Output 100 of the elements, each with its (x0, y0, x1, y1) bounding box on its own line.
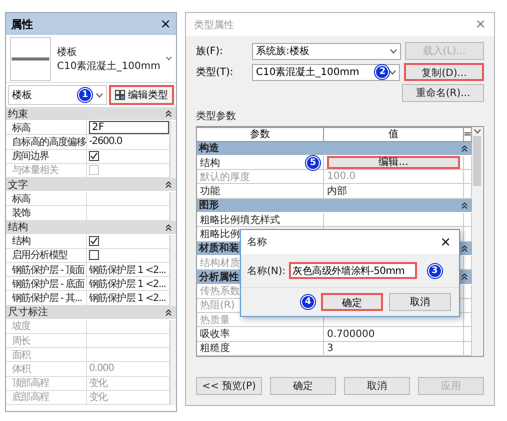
parameter-value: 0.700000 (327, 328, 375, 340)
dialog-title: 名称 (247, 236, 267, 249)
column-header[interactable]: 参数 (197, 127, 324, 142)
caret-icon (166, 56, 172, 61)
group-title: 材质和装 (199, 242, 239, 256)
collapse-icon[interactable] (461, 144, 468, 152)
dialog-button[interactable]: 确定 (270, 377, 336, 395)
floor-preview-drawing (10, 36, 52, 80)
duplicate-button[interactable]: 复制(D)... (404, 63, 484, 82)
type-label: 类型(T): (196, 66, 234, 80)
edit-button[interactable]: 编辑... (327, 156, 460, 169)
group-title: 分析属性 (199, 270, 239, 284)
property-label: 标高 (12, 122, 30, 134)
level-field[interactable]: 2F (89, 121, 169, 134)
panel-title: 属性 (11, 16, 33, 32)
parameter-label: 粗糙度 (200, 342, 230, 356)
property-label: 与体量相关 (12, 164, 58, 177)
section-title: 类型参数 (196, 110, 237, 124)
parameter-label: 结构 (200, 156, 220, 170)
checkbox[interactable] (89, 151, 99, 162)
caret-icon (389, 70, 396, 75)
parameter-label: 功能 (200, 184, 220, 198)
parameter-label: 吸收率 (200, 328, 230, 342)
step-marker: 2 (375, 65, 390, 80)
parameter-label: 热阻(R) (200, 299, 235, 312)
close-button[interactable]: × (440, 234, 451, 250)
type-select[interactable]: C10素混凝土_100mm 2 (252, 64, 400, 81)
caret-icon (474, 129, 480, 134)
group-header[interactable]: 构造 (197, 142, 472, 156)
property-label: 面积 (12, 348, 30, 362)
parameter-value: 100.0 (327, 171, 356, 182)
step-marker: 3 (428, 264, 442, 278)
group-header[interactable]: 图形 (197, 198, 472, 214)
collapse-icon[interactable] (461, 244, 468, 252)
parameter-label: 粗略比例 (200, 228, 240, 241)
dialog-button[interactable]: << 预览(P) (196, 377, 262, 395)
group-title: 文字 (8, 178, 28, 192)
property-label: 钢筋保护层 - 其... (12, 292, 82, 305)
close-button[interactable]: × (160, 16, 171, 32)
preview-category: 楼板 (57, 46, 78, 58)
collapse-icon[interactable] (461, 202, 468, 209)
type-icon (115, 90, 125, 100)
type-selector[interactable]: 楼板 1 (8, 85, 107, 105)
group-title: 尺寸标注 (8, 306, 48, 320)
parameter-label: 传热系数 (200, 284, 240, 298)
dialog-title: 类型属性 (194, 18, 234, 32)
parameter-value: 3 (327, 342, 334, 354)
name-field[interactable]: 灰色高级外墙涂料-50mm (288, 262, 417, 279)
group-header[interactable]: 约束 (6, 107, 176, 122)
scrollbar[interactable] (472, 127, 482, 356)
checkbox[interactable] (89, 250, 99, 260)
property-label: 房间边界 (12, 150, 49, 163)
family-label: 族(F): (196, 44, 224, 58)
column-header[interactable]: 值 (324, 127, 464, 142)
collapse-icon[interactable] (165, 308, 172, 316)
collapse-icon[interactable] (165, 224, 172, 231)
caret-icon (96, 92, 103, 98)
group-header[interactable]: 尺寸标注 (6, 306, 176, 320)
group-header[interactable]: 文字 (6, 178, 176, 192)
dialog-button[interactable]: 确定 (321, 293, 383, 311)
property-value: -2600.0 (89, 136, 122, 148)
step-marker: 4 (301, 295, 315, 309)
parameter-value: 内部 (327, 184, 347, 198)
parameter-label: 粗略比例填充样式 (200, 214, 280, 227)
parameter-label: 热质量 (200, 314, 230, 327)
rename-button[interactable]: 重命名(R)... (402, 84, 484, 102)
property-value: 变化 (89, 390, 108, 404)
dialog-button[interactable]: 取消 (389, 293, 451, 311)
property-label: 结构 (12, 234, 30, 248)
group-title: 图形 (199, 199, 219, 212)
collapse-icon[interactable] (461, 273, 468, 280)
group-title: 构造 (199, 142, 219, 156)
property-label: 底部高程 (12, 390, 49, 404)
name-label: 名称(N): (247, 264, 286, 278)
group-title: 约束 (8, 108, 28, 121)
scroll-thumb[interactable] (473, 136, 481, 186)
property-value: 钢筋保护层 1 <2... (89, 292, 166, 305)
property-label: 周长 (12, 334, 30, 348)
property-label: 体积 (12, 362, 30, 376)
dialog-button[interactable]: 取消 (344, 377, 410, 395)
checkbox[interactable] (89, 236, 99, 246)
step-marker: 5 (306, 156, 320, 170)
property-label: 启用分析模型 (12, 248, 68, 262)
collapse-icon[interactable] (165, 181, 172, 188)
property-value: 0.000 (89, 363, 114, 374)
edit-type-button[interactable]: 编辑类型 (109, 85, 174, 105)
caret-icon (390, 48, 397, 54)
property-label: 钢筋保护层 - 顶面 (12, 264, 84, 276)
collapse-icon[interactable] (165, 110, 172, 118)
property-label: 顶部高程 (12, 376, 49, 390)
close-button[interactable]: × (475, 17, 486, 32)
column-header[interactable]: = (464, 127, 472, 142)
property-value: 钢筋保护层 1 <2... (89, 264, 166, 276)
group-header[interactable]: 结构 (6, 220, 176, 235)
family-select[interactable]: 系统族:楼板 (252, 42, 401, 60)
property-label: 标高 (12, 192, 30, 206)
property-value: 变化 (89, 376, 108, 390)
parameter-label: 结构材质 (200, 256, 240, 270)
preview-type: C10素混凝土_100mm (57, 60, 160, 72)
property-value: 钢筋保护层 1 <2... (89, 278, 166, 290)
